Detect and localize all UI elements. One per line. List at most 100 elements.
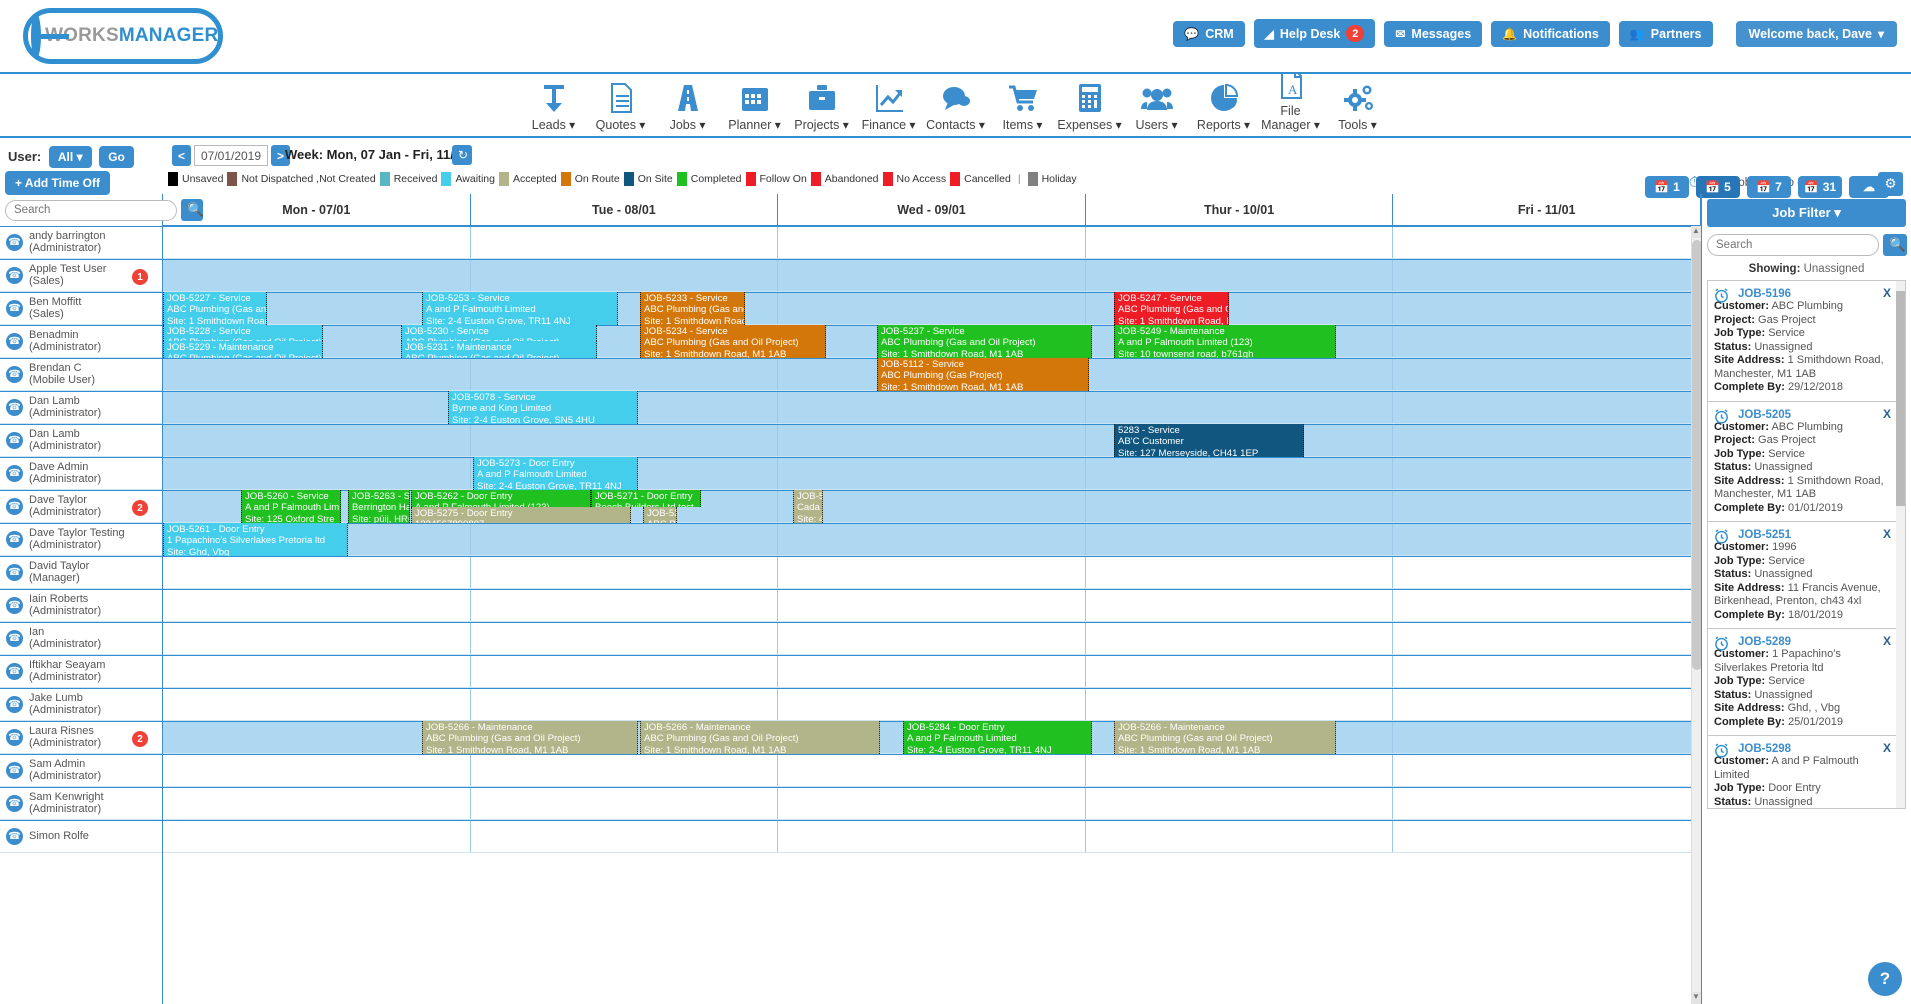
calendar-cell[interactable]	[1393, 821, 1701, 852]
calendar-cell[interactable]	[1086, 227, 1394, 258]
job-block[interactable]: JOB-52ABC P	[643, 507, 677, 523]
calendar-cell[interactable]	[163, 392, 471, 423]
calendar-cell[interactable]	[163, 260, 471, 291]
job-card-close-icon[interactable]: X	[1883, 286, 1891, 300]
job-block[interactable]: JOB-5233 - ServiceABC Plumbing (Gas and …	[640, 292, 745, 325]
job-block[interactable]: JOB-5227 - ServiceABC Plumbing (Gas and …	[163, 292, 267, 325]
user-row[interactable]: ☎andy barrington(Administrator)	[0, 226, 162, 259]
calendar-cell[interactable]	[1086, 557, 1394, 588]
nav-item-users[interactable]: Users ▾	[1123, 82, 1190, 136]
nav-item-expenses[interactable]: Expenses ▾	[1056, 82, 1123, 136]
calendar-cell[interactable]	[1393, 326, 1701, 357]
user-row[interactable]: ☎Sam Admin(Administrator)	[0, 754, 162, 787]
calendar-cell[interactable]	[163, 755, 471, 786]
nav-item-items[interactable]: Items ▾	[989, 82, 1056, 136]
calendar-cell[interactable]	[1393, 458, 1701, 489]
job-block[interactable]: JOB-5261 - Door Entry1 Papachino's Silve…	[163, 523, 348, 556]
nav-item-file-manager[interactable]: AFile Manager ▾	[1257, 68, 1324, 136]
calendar-cell[interactable]	[1086, 392, 1394, 423]
calendar-row[interactable]	[163, 457, 1701, 490]
calendar-cell[interactable]	[1086, 623, 1394, 654]
job-card-close-icon[interactable]: X	[1883, 407, 1891, 421]
job-card[interactable]: JOB-5196XCustomer: ABC PlumbingProject: …	[1708, 281, 1905, 402]
job-block[interactable]: JOB-5266 - MaintenanceABC Plumbing (Gas …	[640, 721, 880, 754]
job-block[interactable]: JOB-5271 - Door EntryBeech Builders Ltd …	[591, 490, 701, 507]
calendar-cell[interactable]	[471, 260, 779, 291]
calendar-cell[interactable]	[471, 425, 779, 456]
calendar-cell[interactable]	[471, 623, 779, 654]
user-row[interactable]: ☎Brendan C(Mobile User)	[0, 358, 162, 391]
job-block[interactable]: JOB-5112 - ServiceABC Plumbing (Gas Proj…	[877, 358, 1089, 391]
user-search-input[interactable]	[5, 200, 177, 221]
calendar-row[interactable]	[163, 622, 1701, 655]
job-block[interactable]: JOB-5262 - Door EntryA and P Falmouth Li…	[411, 490, 591, 507]
calendar-row[interactable]	[163, 292, 1701, 325]
refresh-icon[interactable]: ↻	[452, 145, 472, 165]
calendar-cell[interactable]	[778, 656, 1086, 687]
job-block[interactable]: JOB-5230 - ServiceABC Plumbing (Gas and …	[401, 325, 597, 341]
nav-item-projects[interactable]: Projects ▾	[788, 82, 855, 136]
calendar-row[interactable]	[163, 688, 1701, 721]
calendar-cell[interactable]	[471, 524, 779, 555]
calendar-cell[interactable]	[1086, 656, 1394, 687]
calendar-cell[interactable]	[471, 821, 779, 852]
calendar-cell[interactable]	[163, 656, 471, 687]
user-row[interactable]: ☎Ian(Administrator)	[0, 622, 162, 655]
user-row[interactable]: ☎Dave Taylor Testing(Administrator)	[0, 523, 162, 556]
user-row[interactable]: ☎Dan Lamb(Administrator)	[0, 424, 162, 457]
calendar-cell[interactable]	[778, 524, 1086, 555]
nav-item-tools[interactable]: Tools ▾	[1324, 82, 1391, 136]
calendar-cell[interactable]	[1393, 227, 1701, 258]
job-block[interactable]: JOB-5Cada LSite: 4	[793, 490, 823, 523]
calendar-cell[interactable]	[163, 425, 471, 456]
calendar-cell[interactable]	[163, 458, 471, 489]
notifications-button[interactable]: 🔔 Notifications	[1491, 21, 1610, 47]
prev-week-button[interactable]: <	[172, 145, 191, 166]
calendar-cell[interactable]	[471, 227, 779, 258]
job-cards-scroll-thumb[interactable]	[1896, 291, 1905, 506]
calendar-cell[interactable]	[1086, 260, 1394, 291]
calendar-row[interactable]	[163, 655, 1701, 688]
calendar-cell[interactable]	[778, 425, 1086, 456]
calendar-cell[interactable]	[1393, 590, 1701, 621]
job-block[interactable]: JOB-5237 - ServiceABC Plumbing (Gas and …	[877, 325, 1092, 358]
calendar-cell[interactable]	[1393, 425, 1701, 456]
job-block[interactable]: JOB-5228 - ServiceABC Plumbing (Gas and …	[163, 325, 323, 341]
messages-button[interactable]: ✉ Messages	[1384, 21, 1482, 47]
job-block[interactable]: JOB-5249 - MaintenanceA and P Falmouth L…	[1114, 325, 1336, 358]
job-block[interactable]: JOB-5263 - SBerrington HaSite: püij, HR6	[348, 490, 410, 523]
job-block[interactable]: JOB-5266 - MaintenanceABC Plumbing (Gas …	[1114, 721, 1336, 754]
job-card-id[interactable]: JOB-5205	[1738, 409, 1791, 421]
job-card[interactable]: JOB-5205XCustomer: ABC PlumbingProject: …	[1708, 402, 1905, 523]
calendar-cell[interactable]	[778, 590, 1086, 621]
calendar-cell[interactable]	[471, 656, 779, 687]
calendar-row[interactable]	[163, 820, 1701, 853]
calendar-cell[interactable]	[1393, 293, 1701, 324]
job-filter-header[interactable]: Job Filter ▾	[1707, 199, 1906, 227]
user-row[interactable]: ☎Dan Lamb(Administrator)	[0, 391, 162, 424]
calendar-cell[interactable]	[471, 590, 779, 621]
job-search-input[interactable]	[1707, 234, 1879, 256]
calendar-row[interactable]	[163, 391, 1701, 424]
job-block[interactable]: 5283 - ServiceAB'C CustomerSite: 127 Mer…	[1114, 424, 1304, 457]
user-row[interactable]: ☎Laura Risnes(Administrator)2	[0, 721, 162, 754]
calendar-cell[interactable]	[1086, 788, 1394, 819]
job-block[interactable]: JOB-5247 - ServiceABC Plumbing (Gas and …	[1114, 292, 1229, 325]
calendar-cell[interactable]	[471, 359, 779, 390]
calendar-cell[interactable]	[778, 491, 1086, 522]
job-card[interactable]: JOB-5298XCustomer: A and P Falmouth Limi…	[1708, 736, 1905, 809]
job-block[interactable]: JOB-5229 - MaintenanceABC Plumbing (Gas …	[163, 341, 323, 358]
calendar-cell[interactable]	[778, 458, 1086, 489]
calendar-cell[interactable]	[778, 689, 1086, 720]
date-input[interactable]	[194, 145, 268, 166]
nav-item-jobs[interactable]: Jobs ▾	[654, 82, 721, 136]
calendar-cell[interactable]	[1086, 755, 1394, 786]
job-card[interactable]: JOB-5251XCustomer: 1996Job Type: Service…	[1708, 522, 1905, 629]
help-button[interactable]: ?	[1868, 962, 1902, 996]
job-block[interactable]: JOB-5284 - Door EntryA and P Falmouth Li…	[903, 721, 1092, 754]
calendar-row[interactable]	[163, 523, 1701, 556]
calendar-cell[interactable]	[1393, 788, 1701, 819]
job-card-close-icon[interactable]: X	[1883, 634, 1891, 648]
calendar-cell[interactable]	[1086, 689, 1394, 720]
settings-gear-icon[interactable]: ⚙	[1878, 172, 1903, 196]
